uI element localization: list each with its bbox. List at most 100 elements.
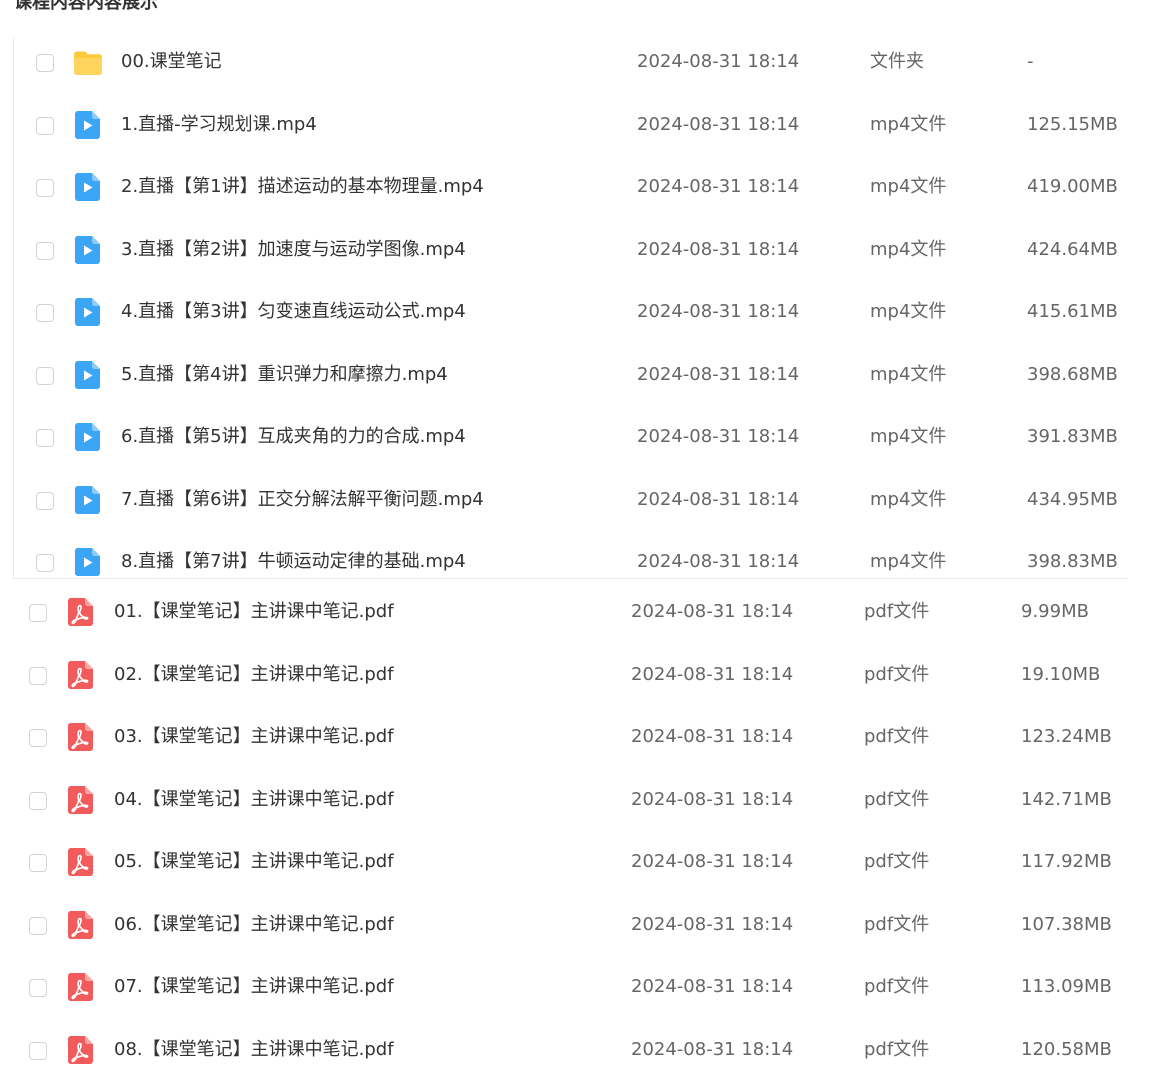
file-size: 391.83MB	[1027, 426, 1118, 447]
row-checkbox[interactable]	[29, 854, 47, 872]
video-file-icon	[72, 109, 104, 141]
file-type: pdf文件	[864, 726, 930, 747]
file-size: 398.68MB	[1027, 363, 1118, 385]
file-size: 107.38MB	[1021, 913, 1112, 935]
video-file-icon	[72, 234, 104, 266]
file-date: 2024-08-31 18:14	[637, 488, 800, 510]
row-checkbox[interactable]	[29, 791, 47, 810]
file-name[interactable]: 04.【课堂笔记】主讲课中笔记.pdf	[114, 789, 394, 811]
row-checkbox[interactable]	[36, 116, 54, 135]
row-checkbox[interactable]	[36, 241, 54, 260]
file-name[interactable]: 6.直播【第5讲】互成夹角的力的合成.mp4	[121, 426, 466, 448]
file-name[interactable]: 08.【课堂笔记】主讲课中笔记.pdf	[114, 1039, 394, 1061]
file-row[interactable]: 00.课堂笔记 2024-08-31 18:14 文件夹 -	[0, 42, 1152, 82]
file-type: mp4文件	[870, 113, 947, 135]
file-size: 398.83MB	[1027, 551, 1118, 572]
file-type: pdf文件	[864, 1038, 930, 1060]
file-type: pdf文件	[864, 913, 930, 935]
row-checkbox[interactable]	[29, 916, 47, 935]
file-name[interactable]: 03.【课堂笔记】主讲课中笔记.pdf	[114, 726, 394, 748]
file-row[interactable]: 06.【课堂笔记】主讲课中笔记.pdf 2024-08-31 18:14 pdf文件…	[0, 905, 1152, 945]
file-date: 2024-08-31 18:14	[631, 976, 794, 997]
row-checkbox[interactable]	[29, 666, 47, 685]
row-checkbox[interactable]	[29, 729, 47, 747]
file-row[interactable]: 5.直播【第4讲】重识弹力和摩擦力.mp4 2024-08-31 18:14 mp4…	[0, 355, 1152, 395]
file-date: 2024-08-31 18:14	[637, 238, 800, 260]
file-name[interactable]: 7.直播【第6讲】正交分解法解平衡问题.mp4	[121, 489, 484, 511]
pdf-file-icon	[65, 721, 97, 753]
video-file-icon	[72, 546, 104, 578]
file-row[interactable]: 6.直播【第5讲】互成夹角的力的合成.mp4 2024-08-31 18:14 mp…	[0, 417, 1152, 457]
row-checkbox[interactable]	[29, 1041, 47, 1060]
pdf-file-icon	[65, 784, 97, 816]
row-checkbox[interactable]	[36, 429, 54, 447]
file-row[interactable]: 04.【课堂笔记】主讲课中笔记.pdf 2024-08-31 18:14 pdf文件…	[0, 780, 1152, 820]
file-list-page: 课程内容内容展示 00.课堂笔记 2024-08-31 18:14 文件夹 - 1.直播…	[0, 0, 1152, 1089]
row-checkbox[interactable]	[36, 179, 54, 197]
row-checkbox[interactable]	[36, 554, 54, 572]
file-name[interactable]: 06.【课堂笔记】主讲课中笔记.pdf	[114, 914, 394, 936]
row-checkbox[interactable]	[29, 979, 47, 997]
file-row[interactable]: 08.【课堂笔记】主讲课中笔记.pdf 2024-08-31 18:14 pdf文件…	[0, 1030, 1152, 1070]
file-name[interactable]: 01.【课堂笔记】主讲课中笔记.pdf	[114, 601, 394, 623]
file-date: 2024-08-31 18:14	[637, 51, 800, 72]
file-size: 9.99MB	[1021, 601, 1089, 622]
file-size: 434.95MB	[1027, 488, 1118, 510]
file-name[interactable]: 1.直播-学习规划课.mp4	[121, 114, 317, 136]
file-name[interactable]: 4.直播【第3讲】匀变速直线运动公式.mp4	[121, 301, 466, 323]
file-type: mp4文件	[870, 488, 947, 510]
row-checkbox[interactable]	[36, 491, 54, 510]
file-row[interactable]: 2.直播【第1讲】描述运动的基本物理量.mp4 2024-08-31 18:14 m…	[0, 167, 1152, 207]
file-size: 120.58MB	[1021, 1038, 1112, 1060]
file-name[interactable]: 05.【课堂笔记】主讲课中笔记.pdf	[114, 851, 394, 873]
file-date: 2024-08-31 18:14	[631, 726, 794, 747]
row-checkbox[interactable]	[36, 54, 54, 72]
file-name[interactable]: 02.【课堂笔记】主讲课中笔记.pdf	[114, 664, 394, 686]
file-name[interactable]: 8.直播【第7讲】牛顿运动定律的基础.mp4	[121, 551, 466, 573]
file-size: -	[1027, 51, 1034, 72]
file-type: 文件夹	[870, 51, 924, 72]
file-date: 2024-08-31 18:14	[631, 788, 794, 810]
file-row[interactable]: 07.【课堂笔记】主讲课中笔记.pdf 2024-08-31 18:14 pdf文件…	[0, 967, 1152, 1007]
file-date: 2024-08-31 18:14	[631, 851, 794, 872]
file-size: 424.64MB	[1027, 238, 1118, 260]
file-name[interactable]: 00.课堂笔记	[121, 51, 222, 73]
file-size: 19.10MB	[1021, 663, 1101, 685]
row-checkbox[interactable]	[36, 304, 54, 322]
file-type: pdf文件	[864, 788, 930, 810]
file-name[interactable]: 2.直播【第1讲】描述运动的基本物理量.mp4	[121, 176, 484, 198]
file-date: 2024-08-31 18:14	[631, 601, 794, 622]
file-row[interactable]: 8.直播【第7讲】牛顿运动定律的基础.mp4 2024-08-31 18:14 mp…	[0, 542, 1152, 582]
file-name[interactable]: 5.直播【第4讲】重识弹力和摩擦力.mp4	[121, 364, 448, 386]
video-file-icon	[72, 359, 104, 391]
file-date: 2024-08-31 18:14	[637, 551, 800, 572]
file-date: 2024-08-31 18:14	[631, 1038, 794, 1060]
file-size: 123.24MB	[1021, 726, 1112, 747]
file-row[interactable]: 7.直播【第6讲】正交分解法解平衡问题.mp4 2024-08-31 18:14 m…	[0, 480, 1152, 520]
file-name[interactable]: 07.【课堂笔记】主讲课中笔记.pdf	[114, 976, 394, 998]
file-row[interactable]: 3.直播【第2讲】加速度与运动学图像.mp4 2024-08-31 18:14 mp…	[0, 230, 1152, 270]
pdf-file-icon	[65, 846, 97, 878]
pdf-file-icon	[65, 596, 97, 628]
file-row[interactable]: 1.直播-学习规划课.mp4 2024-08-31 18:14 mp4文件 125.1…	[0, 105, 1152, 145]
file-date: 2024-08-31 18:14	[631, 663, 794, 685]
video-file-icon	[72, 484, 104, 516]
file-row[interactable]: 4.直播【第3讲】匀变速直线运动公式.mp4 2024-08-31 18:14 mp…	[0, 292, 1152, 332]
file-type: mp4文件	[870, 426, 947, 447]
row-checkbox[interactable]	[36, 366, 54, 385]
row-checkbox[interactable]	[29, 604, 47, 622]
file-row[interactable]: 02.【课堂笔记】主讲课中笔记.pdf 2024-08-31 18:14 pdf文件…	[0, 655, 1152, 695]
file-type: mp4文件	[870, 238, 947, 260]
pdf-file-icon	[65, 1034, 97, 1066]
pdf-file-icon	[65, 971, 97, 1003]
file-date: 2024-08-31 18:14	[637, 363, 800, 385]
file-name[interactable]: 3.直播【第2讲】加速度与运动学图像.mp4	[121, 239, 466, 261]
section-title: 课程内容内容展示	[14, 0, 158, 13]
file-row[interactable]: 03.【课堂笔记】主讲课中笔记.pdf 2024-08-31 18:14 pdf文件…	[0, 717, 1152, 757]
file-type: mp4文件	[870, 176, 947, 197]
file-date: 2024-08-31 18:14	[637, 426, 800, 447]
file-row[interactable]: 01.【课堂笔记】主讲课中笔记.pdf 2024-08-31 18:14 pdf文件…	[0, 592, 1152, 632]
file-type: mp4文件	[870, 301, 947, 322]
file-type: pdf文件	[864, 976, 930, 997]
file-row[interactable]: 05.【课堂笔记】主讲课中笔记.pdf 2024-08-31 18:14 pdf文件…	[0, 842, 1152, 882]
